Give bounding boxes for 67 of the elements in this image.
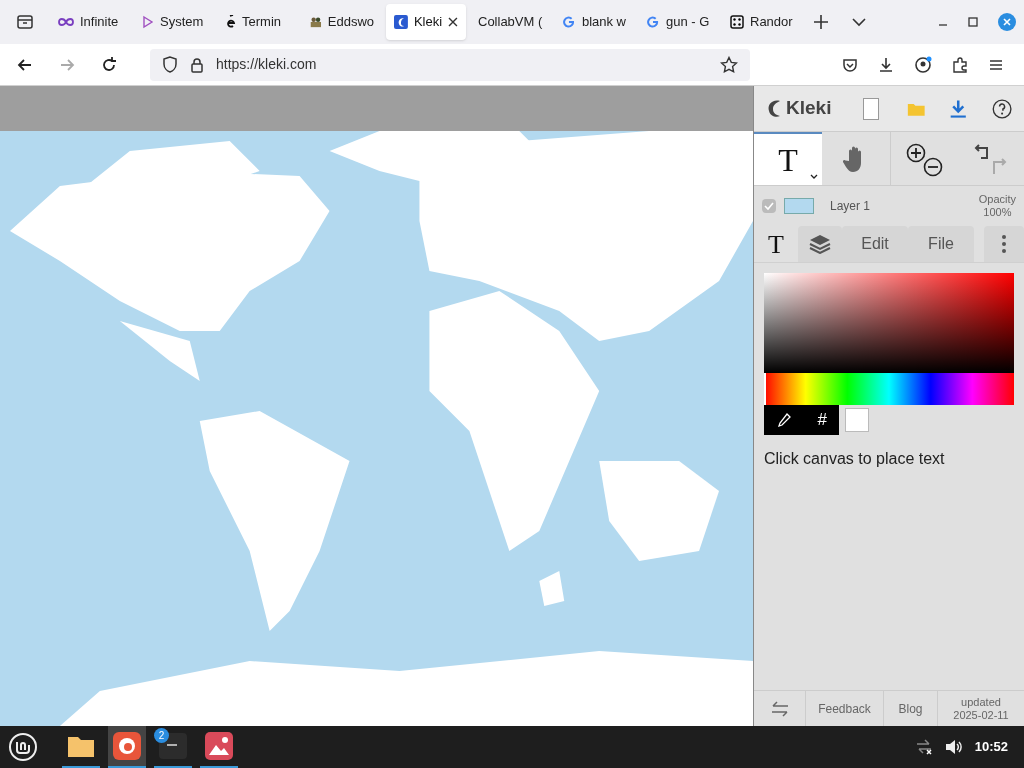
app-title: Kleki [786,96,832,121]
play-icon [142,15,154,29]
browser-icon[interactable] [113,732,141,760]
hint-text: Click canvas to place text [764,449,946,469]
saturation-lightness-picker[interactable] [764,273,1014,373]
download-icon[interactable] [878,56,894,73]
opacity-value: 100% [983,206,1012,219]
layers-tab[interactable] [798,226,842,262]
notification-badge: 2 [154,728,169,743]
clock[interactable]: 10:52 [974,737,1008,757]
browser-tab[interactable]: Randor [722,4,802,40]
panel-tab[interactable]: Edit [842,226,908,262]
browser-tab[interactable]: Eddswo [302,4,382,40]
browser-tab[interactable]: Termin [218,4,298,40]
updated-label: updated [961,695,1001,709]
zoom-in-icon[interactable] [905,142,926,163]
hex-button[interactable]: # [817,407,827,433]
layer-checkbox[interactable] [762,199,776,213]
network-disconnected-icon[interactable] [914,739,933,755]
more-tab[interactable] [984,226,1024,262]
pocket-icon[interactable] [842,56,858,73]
new-image-button[interactable] [863,97,879,120]
swap-icon[interactable] [769,700,790,717]
lock-icon [190,56,204,73]
zoom-out-icon[interactable] [922,156,943,177]
layers-icon [809,234,831,254]
eyedropper-icon[interactable] [776,412,792,428]
panel-tab[interactable]: File [908,226,974,262]
url-text: https://kleki.com [216,55,318,74]
text-tool-button[interactable]: T [754,132,822,185]
image-viewer-icon[interactable] [205,732,233,760]
dice-icon [730,15,744,29]
volume-icon[interactable] [944,739,963,755]
chevron-down-icon[interactable] [852,17,866,27]
logo-icon [766,98,782,119]
layer-name: Layer 1 [830,198,871,215]
updated-date: 2025-02-11 [953,708,1009,722]
reload-icon[interactable] [100,55,118,74]
browser-tab[interactable]: Kleki [386,4,466,40]
terminal-icon[interactable] [159,733,187,759]
google-icon [646,15,660,29]
folder-icon[interactable] [67,734,95,758]
new-tab-icon[interactable] [814,15,828,29]
hue-slider[interactable] [764,373,1014,405]
browser-tab[interactable]: blank w [554,4,634,40]
opacity-label: Opacity [978,193,1016,206]
extensions-icon[interactable] [952,56,968,73]
accent-letter-icon [226,15,236,29]
address-bar[interactable]: https://kleki.com [150,48,750,81]
browser-tab[interactable]: System [134,4,214,40]
figures-icon [310,15,322,29]
start-menu-icon[interactable] [8,732,38,762]
color-swatch[interactable] [845,408,869,432]
chevron-down-icon[interactable] [810,174,818,179]
star-icon[interactable] [720,55,738,74]
browser-tab[interactable]: CollabVM ( [470,4,550,40]
browser-tab[interactable]: Infinite [50,4,130,40]
more-icon [1002,235,1006,253]
tab-list-icon[interactable] [16,13,34,31]
browser-tab[interactable]: gun - G [638,4,718,40]
google-icon [562,15,576,29]
account-icon[interactable] [914,55,932,74]
layer-thumbnail [784,198,814,214]
maximize-icon[interactable] [968,17,978,27]
shield-icon [162,55,178,74]
close-icon[interactable] [448,17,458,27]
infinity-icon [58,17,74,27]
